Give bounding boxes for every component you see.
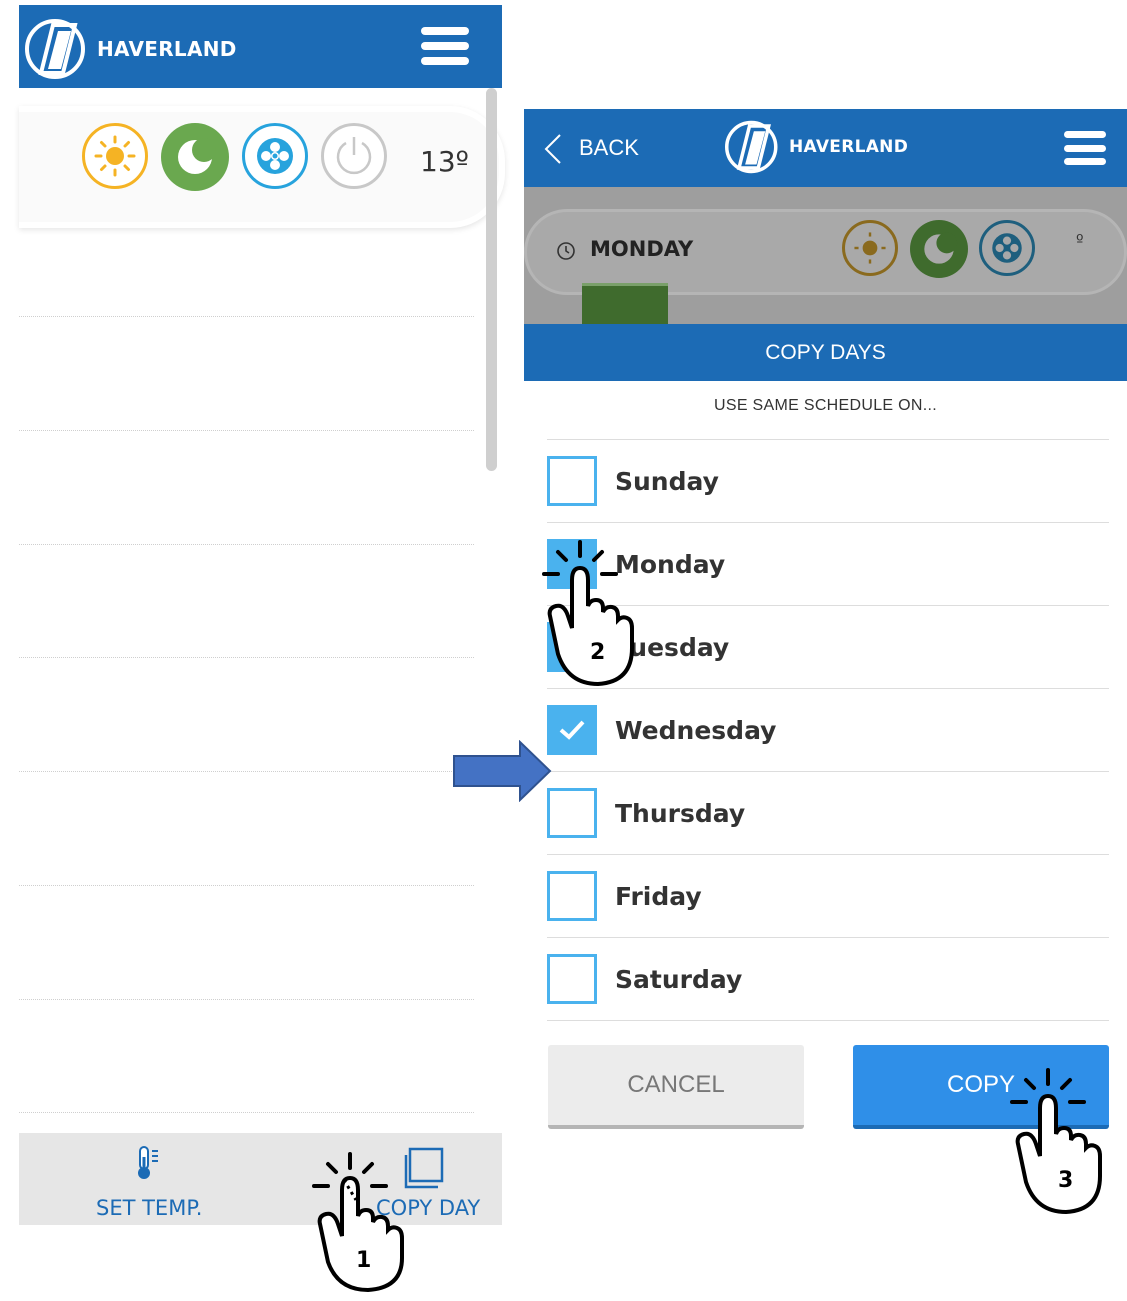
sun-mode-button-dimmed	[842, 220, 898, 276]
step-number: 1	[356, 1248, 372, 1273]
day-title: MONDAY	[590, 237, 694, 261]
friday-checkbox[interactable]	[547, 871, 597, 921]
left-app-header: HAVERLAND	[19, 5, 502, 88]
tap-hand-icon-2: 2	[540, 540, 640, 688]
haverland-logo: HAVERLAND	[725, 119, 908, 175]
arrow-right-icon	[453, 740, 552, 802]
back-button[interactable]: BACK	[579, 135, 639, 161]
step-number: 3	[1058, 1168, 1074, 1193]
step-number: 2	[590, 640, 606, 665]
chevron-left-icon[interactable]	[544, 133, 562, 165]
schedule-gridline	[19, 430, 474, 431]
schedule-gridline	[19, 771, 474, 772]
haverland-logo: HAVERLAND	[25, 17, 237, 81]
moon-mode-button[interactable]	[161, 123, 229, 191]
clock-icon	[557, 242, 575, 260]
schedule-gridline	[19, 657, 474, 658]
day-label: Wednesday	[615, 715, 777, 745]
dialog-subtitle: USE SAME SCHEDULE ON...	[714, 397, 937, 414]
tap-hand-icon-1: 1	[310, 1150, 410, 1295]
snowflake-icon	[257, 138, 293, 174]
moon-mode-button-dimmed	[910, 220, 968, 278]
haverland-logo-icon	[725, 120, 778, 174]
day-label: Saturday	[615, 964, 743, 994]
thermometer-icon[interactable]	[135, 1145, 161, 1185]
day-label: Thursday	[615, 798, 746, 828]
schedule-gridline	[19, 999, 474, 1000]
power-icon	[336, 137, 372, 175]
divider	[547, 1020, 1109, 1021]
bottom-toolbar: SET TEMP. COPY DAY	[19, 1133, 502, 1225]
tap-hand-icon-3: 3	[1008, 1068, 1108, 1216]
scrollbar[interactable]	[486, 88, 497, 471]
snowflake-mode-button[interactable]	[242, 123, 308, 189]
dimmed-temperature: º	[1076, 231, 1084, 250]
sun-mode-button[interactable]	[82, 123, 148, 189]
power-mode-button[interactable]	[321, 123, 387, 189]
set-temp-button[interactable]: SET TEMP.	[96, 1196, 202, 1220]
moon-icon	[924, 232, 958, 264]
schedule-gridline	[19, 1112, 474, 1113]
thursday-checkbox[interactable]	[547, 788, 597, 838]
right-app-header: BACK HAVERLAND	[524, 109, 1127, 187]
schedule-gridline	[19, 885, 474, 886]
day-label: Friday	[615, 881, 702, 911]
menu-icon[interactable]	[421, 27, 469, 65]
snowflake-icon	[992, 233, 1022, 263]
dimmed-background: MONDAY º	[524, 187, 1127, 324]
current-temperature: 13º	[420, 145, 469, 178]
day-option-sunday[interactable]: Sunday	[547, 440, 1109, 522]
brand-name: HAVERLAND	[97, 37, 237, 61]
wednesday-checkbox[interactable]	[547, 705, 597, 755]
schedule-gridline	[19, 316, 474, 317]
cancel-button[interactable]: CANCEL	[548, 1045, 804, 1129]
day-option-saturday[interactable]: Saturday	[547, 938, 1109, 1020]
sun-icon	[854, 232, 886, 264]
brand-name: HAVERLAND	[789, 137, 909, 157]
checkmark-icon	[559, 720, 585, 740]
menu-icon[interactable]	[1064, 131, 1106, 165]
haverland-logo-icon	[25, 19, 85, 79]
moon-icon	[178, 138, 216, 174]
schedule-gridline	[19, 544, 474, 545]
sun-icon	[94, 135, 136, 177]
dialog-title: COPY DAYS	[524, 324, 1127, 381]
day-option-thursday[interactable]: Thursday	[547, 772, 1109, 854]
sunday-checkbox[interactable]	[547, 456, 597, 506]
day-label: Sunday	[615, 466, 719, 496]
snowflake-mode-button-dimmed	[979, 220, 1035, 276]
saturday-checkbox[interactable]	[547, 954, 597, 1004]
day-option-wednesday[interactable]: Wednesday	[547, 689, 1109, 771]
schedule-block	[582, 283, 668, 324]
day-option-friday[interactable]: Friday	[547, 855, 1109, 937]
